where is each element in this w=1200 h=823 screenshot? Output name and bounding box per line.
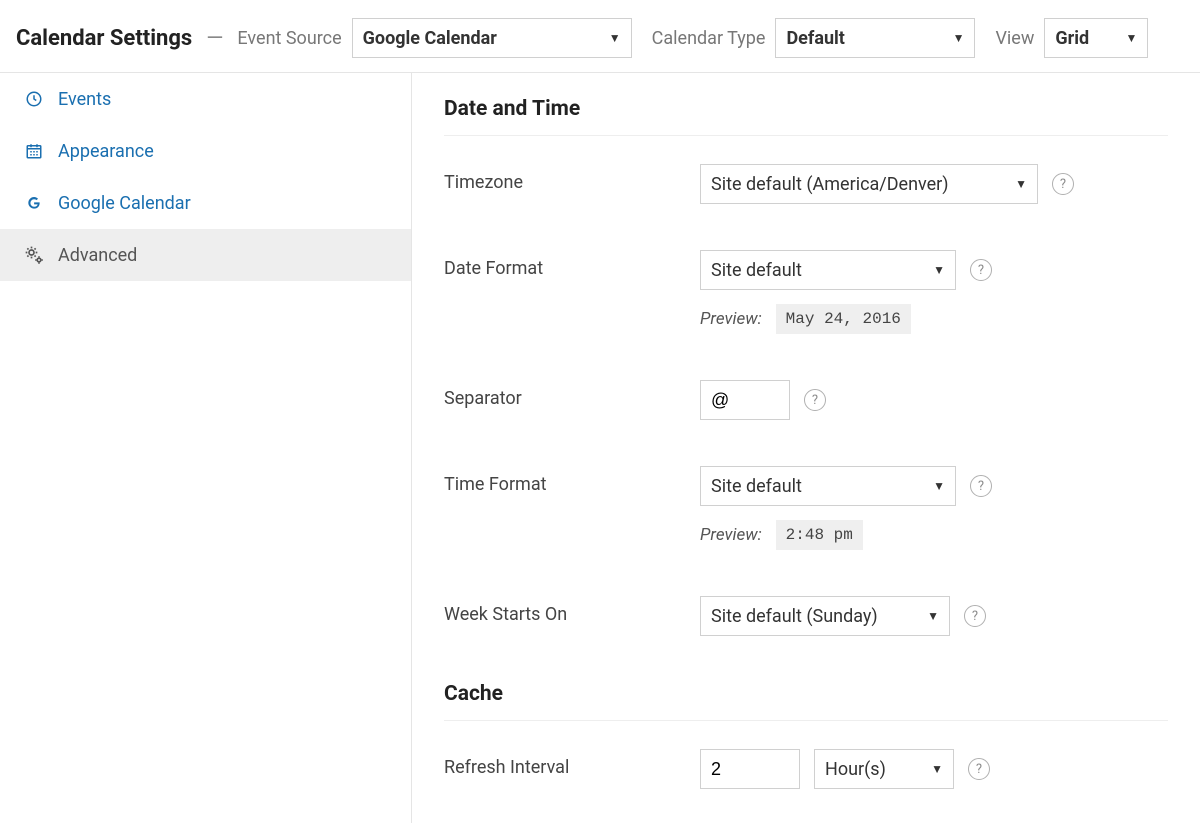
chevron-down-icon: ▼ — [1015, 177, 1027, 191]
refresh-interval-unit-value: Hour(s) — [825, 759, 886, 780]
refresh-interval-unit-select[interactable]: Hour(s) ▼ — [814, 749, 954, 789]
calendar-type-label: Calendar Type — [652, 28, 766, 49]
page-title: Calendar Settings — [16, 26, 192, 51]
dash-separator: — — [206, 26, 223, 51]
date-format-preview-value: May 24, 2016 — [776, 304, 911, 334]
sidebar-item-label: Google Calendar — [58, 193, 191, 214]
sidebar-item-label: Advanced — [58, 245, 137, 266]
section-heading-cache: Cache — [444, 682, 1168, 706]
help-icon[interactable]: ? — [970, 475, 992, 497]
refresh-interval-input[interactable] — [700, 749, 800, 789]
sidebar-item-google-calendar[interactable]: Google Calendar — [0, 177, 411, 229]
section-heading-date-time: Date and Time — [444, 97, 1168, 121]
view-label: View — [995, 28, 1034, 49]
calendar-type-value: Default — [786, 28, 844, 49]
timezone-value: Site default (America/Denver) — [711, 174, 949, 195]
event-source-select[interactable]: Google Calendar ▼ — [352, 18, 632, 58]
date-format-preview-label: Preview: — [700, 309, 762, 329]
time-format-value: Site default — [711, 476, 802, 497]
help-icon[interactable]: ? — [804, 389, 826, 411]
help-icon[interactable]: ? — [964, 605, 986, 627]
week-starts-value: Site default (Sunday) — [711, 606, 878, 627]
date-format-label: Date Format — [444, 250, 700, 279]
chevron-down-icon: ▼ — [933, 479, 945, 493]
sidebar-item-label: Appearance — [58, 141, 154, 162]
help-icon[interactable]: ? — [1052, 173, 1074, 195]
sidebar-item-label: Events — [58, 89, 111, 110]
sidebar-item-events[interactable]: Events — [0, 73, 411, 125]
help-icon[interactable]: ? — [968, 758, 990, 780]
header-bar: Calendar Settings — Event Source Google … — [0, 0, 1200, 73]
event-source-label: Event Source — [237, 28, 341, 49]
time-format-label: Time Format — [444, 466, 700, 495]
chevron-down-icon: ▼ — [933, 263, 945, 277]
date-format-select[interactable]: Site default ▼ — [700, 250, 956, 290]
week-starts-label: Week Starts On — [444, 596, 700, 625]
help-icon[interactable]: ? — [970, 259, 992, 281]
main-panel: Date and Time Timezone Site default (Ame… — [412, 73, 1200, 823]
divider — [444, 720, 1168, 721]
chevron-down-icon: ▼ — [609, 31, 621, 45]
divider — [444, 135, 1168, 136]
sidebar: Events Appearance Google Calendar Advanc… — [0, 73, 412, 823]
time-format-select[interactable]: Site default ▼ — [700, 466, 956, 506]
chevron-down-icon: ▼ — [927, 609, 939, 623]
chevron-down-icon: ▼ — [953, 31, 965, 45]
view-value: Grid — [1055, 28, 1089, 49]
time-format-preview-label: Preview: — [700, 525, 762, 545]
separator-label: Separator — [444, 380, 700, 409]
timezone-label: Timezone — [444, 164, 700, 193]
time-format-preview-value: 2:48 pm — [776, 520, 863, 550]
timezone-select[interactable]: Site default (America/Denver) ▼ — [700, 164, 1038, 204]
clock-icon — [24, 90, 44, 108]
event-source-value: Google Calendar — [363, 28, 497, 49]
gears-icon — [24, 245, 44, 265]
sidebar-item-appearance[interactable]: Appearance — [0, 125, 411, 177]
view-select[interactable]: Grid ▼ — [1044, 18, 1148, 58]
calendar-type-select[interactable]: Default ▼ — [775, 18, 975, 58]
google-icon — [24, 195, 44, 211]
chevron-down-icon: ▼ — [1126, 31, 1138, 45]
separator-input[interactable] — [700, 380, 790, 420]
week-starts-select[interactable]: Site default (Sunday) ▼ — [700, 596, 950, 636]
date-format-value: Site default — [711, 260, 802, 281]
chevron-down-icon: ▼ — [931, 762, 943, 776]
sidebar-item-advanced[interactable]: Advanced — [0, 229, 411, 281]
refresh-interval-label: Refresh Interval — [444, 749, 700, 778]
calendar-icon — [24, 142, 44, 160]
